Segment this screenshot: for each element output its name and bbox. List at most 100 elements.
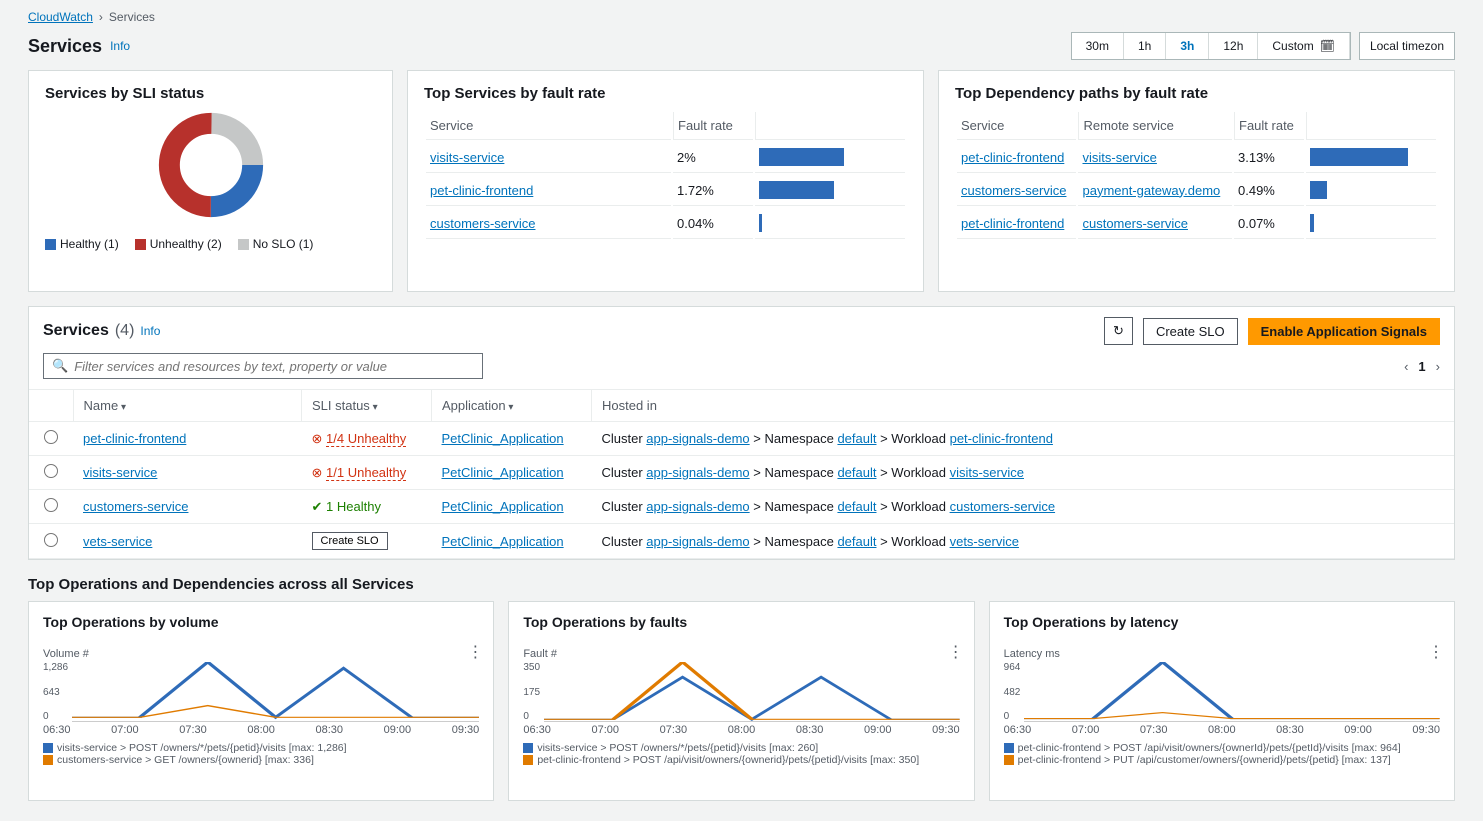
fault-rate: 2% (673, 142, 753, 173)
service-link[interactable]: pet-clinic-frontend (430, 183, 533, 198)
search-icon: 🔍 (52, 358, 68, 374)
top-dependency-fault-panel: Top Dependency paths by fault rate Servi… (938, 70, 1455, 292)
cluster-link[interactable]: app-signals-demo (646, 465, 749, 480)
hosted-in: Cluster app-signals-demo > Namespace def… (592, 524, 1455, 559)
service-link[interactable]: visits-service (430, 150, 504, 165)
create-slo-button[interactable]: Create SLO (1143, 318, 1238, 345)
chart-title: Top Operations by volume (43, 614, 479, 630)
service-link[interactable]: customers-service (83, 499, 188, 514)
remote-service-link[interactable]: payment-gateway.demo (1082, 183, 1220, 198)
refresh-button[interactable]: ↻ (1104, 317, 1133, 345)
cluster-link[interactable]: app-signals-demo (646, 431, 749, 446)
chart-menu-icon[interactable]: ⋮ (1428, 642, 1444, 662)
sli-donut-chart (45, 110, 376, 223)
chart-legend: visits-service > POST /owners/*/pets/{pe… (523, 742, 959, 766)
cluster-link[interactable]: app-signals-demo (646, 534, 749, 549)
workload-link[interactable]: visits-service (950, 465, 1024, 480)
col-service: Service (957, 112, 1076, 140)
chart-plot (1024, 662, 1440, 722)
table-row: pet-clinic-frontend 1.72% (426, 175, 905, 206)
hosted-in: Cluster app-signals-demo > Namespace def… (592, 456, 1455, 490)
time-range-3h[interactable]: 3h (1166, 33, 1209, 59)
time-range-1h[interactable]: 1h (1124, 33, 1166, 59)
chart-menu-icon[interactable]: ⋮ (948, 642, 964, 662)
panel-title: Top Services by fault rate (424, 85, 907, 102)
service-radio[interactable] (44, 430, 58, 444)
chart-plot (544, 662, 960, 722)
service-link[interactable]: pet-clinic-frontend (961, 216, 1064, 231)
chart-xaxis: 06:3007:0007:3008:0008:3009:0009:30 (1004, 724, 1440, 736)
col-hosted: Hosted in (592, 390, 1455, 422)
sli-status: 1/4 Unhealthy (326, 431, 406, 447)
breadcrumb-current: Services (109, 10, 155, 24)
page-next-icon[interactable]: › (1436, 359, 1440, 374)
fault-rate: 0.07% (1234, 208, 1304, 239)
sli-legend: Healthy (1) Unhealthy (2) No SLO (1) (45, 237, 376, 251)
chevron-right-icon: › (99, 10, 103, 24)
col-name[interactable]: Name (73, 390, 302, 422)
service-row: vets-service Create SLO PetClinic_Applicat… (29, 524, 1454, 559)
info-link[interactable]: Info (110, 39, 130, 53)
time-range-30m[interactable]: 30m (1072, 33, 1124, 59)
chart-ylabel: Latency ms (1004, 648, 1440, 660)
application-link[interactable]: PetClinic_Application (442, 534, 564, 549)
time-range-12h[interactable]: 12h (1209, 33, 1258, 59)
fault-rate: 1.72% (673, 175, 753, 206)
col-sli[interactable]: SLI status (302, 390, 432, 422)
enable-app-signals-button[interactable]: Enable Application Signals (1248, 318, 1440, 345)
table-row: visits-service 2% (426, 142, 905, 173)
table-row: pet-clinic-frontend customers-service 0.07… (957, 208, 1436, 239)
application-link[interactable]: PetClinic_Application (442, 431, 564, 446)
breadcrumb-root[interactable]: CloudWatch (28, 10, 93, 24)
info-link[interactable]: Info (140, 324, 160, 338)
fault-rate: 0.49% (1234, 175, 1304, 206)
filter-input[interactable] (74, 359, 474, 374)
service-radio[interactable] (44, 533, 58, 547)
fault-rate: 0.04% (673, 208, 753, 239)
chart-legend: pet-clinic-frontend > POST /api/visit/ow… (1004, 742, 1440, 766)
service-link[interactable]: customers-service (961, 183, 1066, 198)
service-link[interactable]: visits-service (83, 465, 157, 480)
service-link[interactable]: vets-service (83, 534, 152, 549)
chart-xaxis: 06:3007:0007:3008:0008:3009:0009:30 (43, 724, 479, 736)
chart-ylabel: Fault # (523, 648, 959, 660)
remote-service-link[interactable]: visits-service (1082, 150, 1156, 165)
service-radio[interactable] (44, 464, 58, 478)
namespace-link[interactable]: default (837, 534, 876, 549)
chart-panel: Top Operations by volume⋮Volume #1,28664… (28, 601, 494, 801)
chart-title: Top Operations by faults (523, 614, 959, 630)
page-number: 1 (1418, 359, 1425, 374)
namespace-link[interactable]: default (837, 499, 876, 514)
application-link[interactable]: PetClinic_Application (442, 465, 564, 480)
col-app[interactable]: Application (432, 390, 592, 422)
breadcrumb: CloudWatch › Services (0, 0, 1483, 28)
namespace-link[interactable]: default (837, 465, 876, 480)
col-service: Service (426, 112, 671, 140)
service-link[interactable]: pet-clinic-frontend (961, 150, 1064, 165)
service-link[interactable]: customers-service (430, 216, 535, 231)
filter-input-wrapper[interactable]: 🔍 (43, 353, 483, 379)
workload-link[interactable]: customers-service (950, 499, 1055, 514)
time-range-custom[interactable]: Custom 🗓 (1258, 33, 1350, 59)
chart-xaxis: 06:3007:0007:3008:0008:3009:0009:30 (523, 724, 959, 736)
application-link[interactable]: PetClinic_Application (442, 499, 564, 514)
service-radio[interactable] (44, 498, 58, 512)
refresh-icon: ↻ (1113, 323, 1124, 338)
remote-service-link[interactable]: customers-service (1082, 216, 1187, 231)
success-icon: ✔ (312, 499, 323, 514)
workload-link[interactable]: vets-service (950, 534, 1019, 549)
workload-link[interactable]: pet-clinic-frontend (950, 431, 1053, 446)
chart-menu-icon[interactable]: ⋮ (467, 642, 483, 662)
table-row: pet-clinic-frontendvisits-service3.13% (957, 142, 1436, 173)
table-row: customers-service 0.04% (426, 208, 905, 239)
top-services-fault-panel: Top Services by fault rate Service Fault… (407, 70, 924, 292)
service-link[interactable]: pet-clinic-frontend (83, 431, 186, 446)
time-range-picker: 30m1h3h12hCustom 🗓 (1071, 32, 1351, 60)
namespace-link[interactable]: default (837, 431, 876, 446)
page-prev-icon[interactable]: ‹ (1404, 359, 1408, 374)
cluster-link[interactable]: app-signals-demo (646, 499, 749, 514)
create-slo-inline-button[interactable]: Create SLO (312, 532, 388, 550)
timezone-selector[interactable]: Local timezon (1359, 32, 1455, 60)
chart-plot (72, 662, 479, 722)
pagination: ‹ 1 › (1404, 359, 1440, 374)
